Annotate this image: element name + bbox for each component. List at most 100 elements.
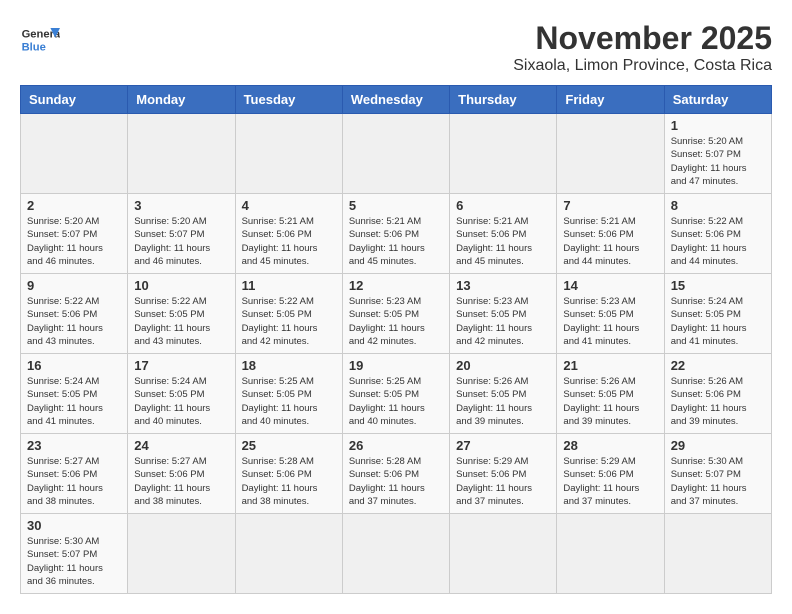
day-info: Sunrise: 5:22 AM Sunset: 5:06 PM Dayligh… (671, 215, 765, 268)
day-number: 17 (134, 358, 228, 373)
day-info: Sunrise: 5:27 AM Sunset: 5:06 PM Dayligh… (134, 455, 228, 508)
calendar-cell: 7Sunrise: 5:21 AM Sunset: 5:06 PM Daylig… (557, 194, 664, 274)
day-number: 3 (134, 198, 228, 213)
week-row-1: 1Sunrise: 5:20 AM Sunset: 5:07 PM Daylig… (21, 114, 772, 194)
calendar-cell: 17 Sunrise: 5:24 AM Sunset: 5:05 PM Dayli… (128, 354, 235, 434)
week-row-5: 23Sunrise: 5:27 AM Sunset: 5:06 PM Dayli… (21, 434, 772, 514)
day-number: 26 (349, 438, 443, 453)
day-info: Sunrise: 5:29 AM Sunset: 5:06 PM Dayligh… (456, 455, 550, 508)
day-number: 11 (242, 278, 336, 293)
day-number: 6 (456, 198, 550, 213)
day-info: Sunrise: 5:26 AM Sunset: 5:05 PM Dayligh… (563, 375, 657, 428)
day-number: 8 (671, 198, 765, 213)
day-header-sunday: Sunday (21, 86, 128, 114)
day-number: 13 (456, 278, 550, 293)
logo: General Blue (20, 20, 60, 60)
logo-icon: General Blue (20, 20, 60, 60)
day-number: 21 (563, 358, 657, 373)
day-header-tuesday: Tuesday (235, 86, 342, 114)
location-title: Sixaola, Limon Province, Costa Rica (513, 57, 772, 75)
day-number: 29 (671, 438, 765, 453)
calendar-cell: 13 Sunrise: 5:23 AM Sunset: 5:05 PM Dayli… (450, 274, 557, 354)
day-info: Sunrise: 5:24 AM Sunset: 5:05 PM Dayligh… (671, 295, 765, 348)
calendar-cell: 4Sunrise: 5:21 AM Sunset: 5:06 PM Daylig… (235, 194, 342, 274)
calendar-cell: 20 Sunrise: 5:26 AM Sunset: 5:05 PM Dayli… (450, 354, 557, 434)
calendar-cell: 15 Sunrise: 5:24 AM Sunset: 5:05 PM Dayli… (664, 274, 771, 354)
day-number: 12 (349, 278, 443, 293)
day-number: 24 (134, 438, 228, 453)
day-info: Sunrise: 5:24 AM Sunset: 5:05 PM Dayligh… (134, 375, 228, 428)
day-info: Sunrise: 5:29 AM Sunset: 5:06 PM Dayligh… (563, 455, 657, 508)
calendar-cell: 10 Sunrise: 5:22 AM Sunset: 5:05 PM Dayli… (128, 274, 235, 354)
calendar-cell (664, 514, 771, 594)
day-header-wednesday: Wednesday (342, 86, 449, 114)
day-info: Sunrise: 5:23 AM Sunset: 5:05 PM Dayligh… (349, 295, 443, 348)
day-number: 10 (134, 278, 228, 293)
calendar-cell: 3 Sunrise: 5:20 AM Sunset: 5:07 PM Daylig… (128, 194, 235, 274)
day-info: Sunrise: 5:26 AM Sunset: 5:05 PM Dayligh… (456, 375, 550, 428)
calendar-cell (450, 514, 557, 594)
calendar-cell: 24 Sunrise: 5:27 AM Sunset: 5:06 PM Dayli… (128, 434, 235, 514)
day-info: Sunrise: 5:28 AM Sunset: 5:06 PM Dayligh… (242, 455, 336, 508)
day-info: Sunrise: 5:30 AM Sunset: 5:07 PM Dayligh… (671, 455, 765, 508)
calendar-cell (450, 114, 557, 194)
week-row-3: 9 Sunrise: 5:22 AM Sunset: 5:06 PM Daylig… (21, 274, 772, 354)
calendar-cell: 26Sunrise: 5:28 AM Sunset: 5:06 PM Dayli… (342, 434, 449, 514)
calendar-header-row: SundayMondayTuesdayWednesdayThursdayFrid… (21, 86, 772, 114)
day-number: 19 (349, 358, 443, 373)
calendar-cell: 23Sunrise: 5:27 AM Sunset: 5:06 PM Dayli… (21, 434, 128, 514)
day-info: Sunrise: 5:20 AM Sunset: 5:07 PM Dayligh… (671, 135, 765, 188)
day-info: Sunrise: 5:21 AM Sunset: 5:06 PM Dayligh… (242, 215, 336, 268)
month-title: November 2025 (513, 20, 772, 57)
calendar-cell (235, 514, 342, 594)
calendar-cell: 11 Sunrise: 5:22 AM Sunset: 5:05 PM Dayli… (235, 274, 342, 354)
day-number: 27 (456, 438, 550, 453)
day-number: 22 (671, 358, 765, 373)
day-number: 28 (563, 438, 657, 453)
day-number: 15 (671, 278, 765, 293)
day-info: Sunrise: 5:26 AM Sunset: 5:06 PM Dayligh… (671, 375, 765, 428)
day-number: 14 (563, 278, 657, 293)
day-info: Sunrise: 5:20 AM Sunset: 5:07 PM Dayligh… (27, 215, 121, 268)
calendar-cell: 8 Sunrise: 5:22 AM Sunset: 5:06 PM Daylig… (664, 194, 771, 274)
calendar-cell (21, 114, 128, 194)
day-header-saturday: Saturday (664, 86, 771, 114)
day-info: Sunrise: 5:20 AM Sunset: 5:07 PM Dayligh… (134, 215, 228, 268)
calendar-cell: 2 Sunrise: 5:20 AM Sunset: 5:07 PM Daylig… (21, 194, 128, 274)
calendar-cell: 18Sunrise: 5:25 AM Sunset: 5:05 PM Dayli… (235, 354, 342, 434)
day-header-thursday: Thursday (450, 86, 557, 114)
calendar-cell (235, 114, 342, 194)
calendar-table: SundayMondayTuesdayWednesdayThursdayFrid… (20, 85, 772, 594)
calendar-cell (342, 514, 449, 594)
calendar-cell (128, 114, 235, 194)
day-info: Sunrise: 5:22 AM Sunset: 5:06 PM Dayligh… (27, 295, 121, 348)
day-info: Sunrise: 5:22 AM Sunset: 5:05 PM Dayligh… (134, 295, 228, 348)
calendar-cell: 1Sunrise: 5:20 AM Sunset: 5:07 PM Daylig… (664, 114, 771, 194)
header: General Blue November 2025 Sixaola, Limo… (20, 20, 772, 75)
calendar-cell: 25Sunrise: 5:28 AM Sunset: 5:06 PM Dayli… (235, 434, 342, 514)
calendar-cell: 21 Sunrise: 5:26 AM Sunset: 5:05 PM Dayli… (557, 354, 664, 434)
day-number: 7 (563, 198, 657, 213)
day-info: Sunrise: 5:24 AM Sunset: 5:05 PM Dayligh… (27, 375, 121, 428)
day-number: 16 (27, 358, 121, 373)
calendar-cell: 12 Sunrise: 5:23 AM Sunset: 5:05 PM Dayli… (342, 274, 449, 354)
day-number: 20 (456, 358, 550, 373)
day-info: Sunrise: 5:22 AM Sunset: 5:05 PM Dayligh… (242, 295, 336, 348)
calendar-cell: 5Sunrise: 5:21 AM Sunset: 5:06 PM Daylig… (342, 194, 449, 274)
day-info: Sunrise: 5:25 AM Sunset: 5:05 PM Dayligh… (242, 375, 336, 428)
calendar-cell: 29 Sunrise: 5:30 AM Sunset: 5:07 PM Dayli… (664, 434, 771, 514)
day-info: Sunrise: 5:23 AM Sunset: 5:05 PM Dayligh… (563, 295, 657, 348)
calendar-cell: 14 Sunrise: 5:23 AM Sunset: 5:05 PM Dayli… (557, 274, 664, 354)
calendar-cell: 16 Sunrise: 5:24 AM Sunset: 5:05 PM Dayli… (21, 354, 128, 434)
week-row-4: 16 Sunrise: 5:24 AM Sunset: 5:05 PM Dayli… (21, 354, 772, 434)
day-number: 30 (27, 518, 121, 533)
calendar-cell: 19Sunrise: 5:25 AM Sunset: 5:05 PM Dayli… (342, 354, 449, 434)
svg-text:Blue: Blue (22, 41, 46, 53)
day-number: 9 (27, 278, 121, 293)
title-section: November 2025 Sixaola, Limon Province, C… (513, 20, 772, 75)
calendar-cell: 22 Sunrise: 5:26 AM Sunset: 5:06 PM Dayli… (664, 354, 771, 434)
calendar-cell (342, 114, 449, 194)
day-info: Sunrise: 5:23 AM Sunset: 5:05 PM Dayligh… (456, 295, 550, 348)
day-number: 2 (27, 198, 121, 213)
calendar-cell: 28 Sunrise: 5:29 AM Sunset: 5:06 PM Dayli… (557, 434, 664, 514)
